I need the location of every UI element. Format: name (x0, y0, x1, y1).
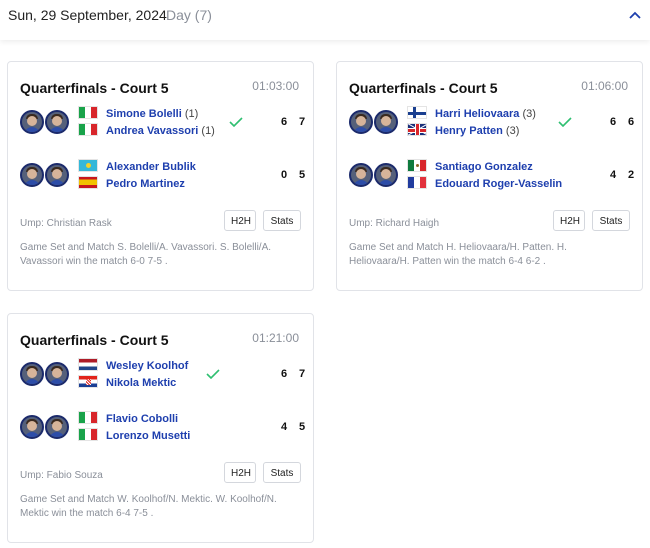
team-row: Santiago Gonzalez Edouard Roger-Vasselin… (349, 159, 634, 199)
set-score: 5 (298, 421, 306, 433)
check-icon (206, 369, 220, 379)
player-avatar[interactable] (45, 415, 69, 439)
player-link[interactable]: Wesley Koolhof (106, 360, 188, 372)
match-duration: 01:03:00 (252, 79, 299, 93)
flag-italy-icon (78, 428, 98, 441)
player-link[interactable]: Edouard Roger-Vasselin (435, 178, 562, 190)
flag-kazakhstan-icon (78, 159, 98, 172)
match-card: Quarterfinals - Court 5 01:03:00 Simone … (7, 61, 314, 291)
player-avatar[interactable] (20, 163, 44, 187)
stats-button[interactable]: Stats (263, 210, 301, 231)
set-score: 4 (609, 169, 617, 181)
player-link[interactable]: Flavio Cobolli (106, 413, 178, 425)
set-score: 4 (280, 421, 288, 433)
match-summary: Game Set and Match S. Bolelli/A. Vavasso… (20, 242, 272, 267)
match-title: Quarterfinals - Court 5 (349, 80, 498, 96)
flag-spain-icon (78, 176, 98, 189)
flag-netherlands-icon (78, 358, 98, 371)
player-avatar[interactable] (20, 362, 44, 386)
player-link[interactable]: Simone Bolelli (1) (106, 108, 198, 120)
player-link[interactable]: Santiago Gonzalez (435, 161, 533, 173)
match-duration: 01:06:00 (581, 79, 628, 93)
match-title: Quarterfinals - Court 5 (20, 332, 169, 348)
set-score: 5 (298, 169, 306, 181)
chevron-up-icon[interactable] (628, 9, 642, 21)
flag-france-icon (407, 176, 427, 189)
set-score: 7 (298, 116, 306, 128)
player-avatar[interactable] (20, 415, 44, 439)
set-score: 0 (280, 169, 288, 181)
player-link[interactable]: Alexander Bublik (106, 161, 196, 173)
player-link[interactable]: Nikola Mektic (106, 377, 176, 389)
flag-finland-icon (407, 106, 427, 119)
flag-croatia-icon (78, 375, 98, 388)
h2h-button[interactable]: H2H (553, 210, 585, 231)
stats-button[interactable]: Stats (592, 210, 630, 231)
player-avatar[interactable] (349, 110, 373, 134)
check-icon (229, 117, 243, 127)
player-link[interactable]: Henry Patten (3) (435, 125, 519, 137)
team-row: Alexander Bublik Pedro Martinez 0 5 (20, 159, 305, 199)
player-link[interactable]: Andrea Vavassori (1) (106, 125, 215, 137)
day-date: Sun, 29 September, 2024 (8, 7, 167, 23)
flag-italy-icon (78, 411, 98, 424)
player-link[interactable]: Pedro Martinez (106, 178, 185, 190)
day-number: Day (7) (166, 7, 212, 23)
umpire-label: Ump: Richard Haigh (349, 218, 440, 229)
team-row: Harri Heliovaara (3) Henry Patten (3) 6 … (349, 106, 634, 146)
player-avatar[interactable] (45, 362, 69, 386)
umpire-label: Ump: Christian Rask (20, 218, 112, 229)
match-summary: Game Set and Match W. Koolhof/N. Mektic.… (20, 494, 277, 519)
h2h-button[interactable]: H2H (224, 210, 256, 231)
set-score: 6 (280, 368, 288, 380)
stats-button[interactable]: Stats (263, 462, 301, 483)
set-score: 7 (298, 368, 306, 380)
match-title: Quarterfinals - Court 5 (20, 80, 169, 96)
flag-great-britain-icon (407, 123, 427, 136)
player-avatar[interactable] (374, 163, 398, 187)
player-avatar[interactable] (374, 110, 398, 134)
flag-mexico-icon (407, 159, 427, 172)
player-avatar[interactable] (45, 163, 69, 187)
player-link[interactable]: Harri Heliovaara (3) (435, 108, 536, 120)
flag-italy-icon (78, 123, 98, 136)
player-avatar[interactable] (20, 110, 44, 134)
match-summary: Game Set and Match H. Heliovaara/H. Patt… (349, 242, 567, 267)
match-duration: 01:21:00 (252, 331, 299, 345)
player-avatar[interactable] (45, 110, 69, 134)
team-row: Wesley Koolhof Nikola Mektic 6 7 (20, 358, 305, 398)
umpire-label: Ump: Fabio Souza (20, 470, 103, 481)
set-score: 2 (627, 169, 635, 181)
h2h-button[interactable]: H2H (224, 462, 256, 483)
match-card: Quarterfinals - Court 5 01:06:00 Harri H… (336, 61, 643, 291)
match-card: Quarterfinals - Court 5 01:21:00 Wesley … (7, 313, 314, 543)
set-score: 6 (280, 116, 288, 128)
set-score: 6 (609, 116, 617, 128)
player-avatar[interactable] (349, 163, 373, 187)
team-row: Simone Bolelli (1) Andrea Vavassori (1) … (20, 106, 305, 146)
set-score: 6 (627, 116, 635, 128)
check-icon (558, 117, 572, 127)
player-link[interactable]: Lorenzo Musetti (106, 430, 190, 442)
team-row: Flavio Cobolli Lorenzo Musetti 4 5 (20, 411, 305, 451)
flag-italy-icon (78, 106, 98, 119)
day-header[interactable]: Sun, 29 September, 2024 Day (7) (0, 0, 650, 40)
